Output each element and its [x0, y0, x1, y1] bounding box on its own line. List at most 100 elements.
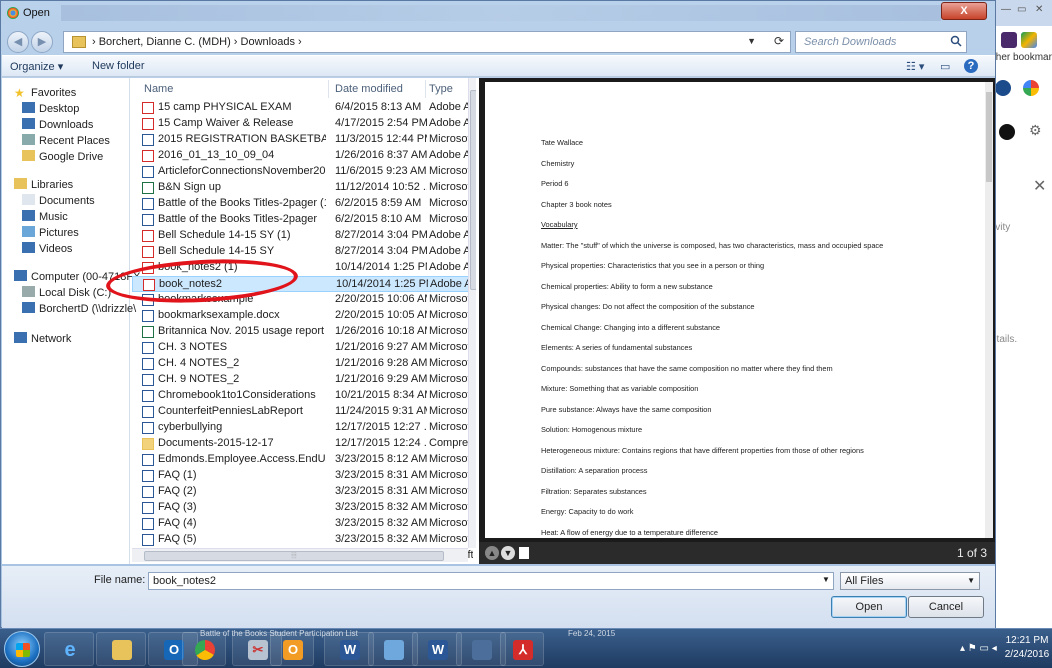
- chrome-help-icon[interactable]: [1023, 80, 1039, 96]
- file-row[interactable]: CH. 4 NOTES_2 1/21/2016 9:28 AM Microsoft …: [132, 356, 473, 372]
- file-row[interactable]: 15 Camp Waiver & Release 4/17/2015 2:54 P…: [132, 116, 473, 132]
- title-bar[interactable]: Open X: [1, 1, 995, 27]
- file-row[interactable]: ArticleforConnectionsNovember2015.docx 11…: [132, 164, 473, 180]
- maximize-icon[interactable]: ▭: [1017, 4, 1026, 15]
- extension-k-icon[interactable]: [1001, 32, 1017, 48]
- profile-icon[interactable]: [995, 80, 1011, 96]
- file-row[interactable]: Chromebook1to1Considerations 10/21/2015 8…: [132, 388, 473, 404]
- file-row[interactable]: FAQ (3) 3/23/2015 8:32 AMMicrosoft V: [132, 500, 473, 516]
- file-type: Microsoft V: [429, 309, 473, 321]
- column-header-date[interactable]: Date modified: [335, 78, 425, 100]
- address-dropdown-icon[interactable]: ▼: [747, 36, 756, 46]
- nav-libraries[interactable]: Libraries: [14, 178, 73, 194]
- file-row[interactable]: CounterfeitPenniesLabReport 11/24/2015 9:…: [132, 404, 473, 420]
- taskbar-word-1[interactable]: W: [324, 632, 374, 666]
- file-row[interactable]: FAQ (5) 3/23/2015 8:32 AMMicrosoft V: [132, 532, 473, 548]
- file-row[interactable]: Documents-2015-12-17 12/17/2015 12:24 ...…: [132, 436, 473, 452]
- nav-favorites[interactable]: ★ Favorites: [14, 86, 76, 102]
- google-drive-icon[interactable]: [1021, 32, 1037, 48]
- close-icon[interactable]: ✕: [1035, 4, 1043, 15]
- system-tray-icons[interactable]: ▴ ⚑ ▭ ◂: [960, 643, 997, 654]
- scrollbar-thumb[interactable]: ⦙⦙⦙: [144, 551, 444, 561]
- taskbar-file-explorer[interactable]: [96, 632, 146, 666]
- file-type-filter[interactable]: All Files ▼: [840, 572, 980, 590]
- breadcrumb[interactable]: › Borchert, Dianne C. (MDH) › Downloads …: [92, 36, 302, 48]
- file-row[interactable]: CH. 3 NOTES 1/21/2016 9:27 AMMicrosoft V: [132, 340, 473, 356]
- sidebar-item-pictures[interactable]: Pictures: [22, 226, 79, 242]
- taskbar-adobe-reader[interactable]: ⅄: [500, 632, 544, 666]
- file-row[interactable]: Edmonds.Employee.Access.EndUser.Gui... 3/…: [132, 452, 473, 468]
- preview-scrollbar[interactable]: [985, 82, 993, 538]
- minimize-icon[interactable]: —: [1001, 4, 1011, 15]
- page-view-icon[interactable]: [519, 547, 529, 559]
- file-type: Adobe Acro: [429, 101, 473, 113]
- info-icon[interactable]: [999, 124, 1015, 140]
- refresh-icon[interactable]: ⟳: [774, 34, 784, 48]
- sidebar-item-music[interactable]: Music: [22, 210, 68, 226]
- taskbar-word-2[interactable]: W: [412, 632, 462, 666]
- taskbar-app[interactable]: [368, 632, 418, 666]
- clock-time[interactable]: 12:21 PM: [1004, 635, 1050, 646]
- taskbar-chrome[interactable]: [182, 632, 226, 666]
- file-row[interactable]: FAQ (1) 3/23/2015 8:31 AMMicrosoft V: [132, 468, 473, 484]
- view-options-icon[interactable]: ☷ ▾: [906, 60, 924, 73]
- scrollbar-thumb[interactable]: [986, 92, 992, 182]
- file-row[interactable]: bookmarksexample.docx 2/20/2015 10:05 AM M…: [132, 308, 473, 324]
- file-row[interactable]: Battle of the Books Titles-2pager (1) 6/2…: [132, 196, 473, 212]
- horizontal-scrollbar[interactable]: ⦙⦙⦙: [132, 548, 468, 562]
- file-row[interactable]: Britannica Nov. 2015 usage report 1/26/20…: [132, 324, 473, 340]
- column-separator[interactable]: [425, 80, 426, 98]
- sidebar-item-downloads[interactable]: Downloads: [22, 118, 93, 134]
- cancel-button[interactable]: Cancel: [908, 596, 984, 618]
- dialog-close-button[interactable]: X: [941, 2, 987, 20]
- other-bookmarks[interactable]: ther bookmar: [993, 52, 1052, 63]
- column-separator[interactable]: [328, 80, 329, 98]
- file-list-scrollbar[interactable]: [468, 78, 476, 548]
- start-button[interactable]: [4, 631, 40, 667]
- panel-close-icon[interactable]: ✕: [1033, 176, 1046, 196]
- sidebar-item-documents[interactable]: Documents: [22, 194, 95, 210]
- next-page-icon[interactable]: ▼: [501, 546, 515, 560]
- sidebar-item-recent-places[interactable]: Recent Places: [22, 134, 110, 150]
- settings-gear-icon[interactable]: ⚙: [1029, 122, 1042, 139]
- sidebar-item-desktop[interactable]: Desktop: [22, 102, 79, 118]
- file-row[interactable]: 15 camp PHYSICAL EXAM 6/4/2015 8:13 AM Ado…: [132, 100, 473, 116]
- file-row[interactable]: Battle of the Books Titles-2pager 6/2/201…: [132, 212, 473, 228]
- column-header-name[interactable]: Name: [144, 78, 324, 100]
- nav-network[interactable]: Network: [14, 332, 71, 348]
- file-name-field[interactable]: book_notes2: [148, 572, 834, 590]
- sidebar-item-network-drive[interactable]: BorchertD (\\drizzle\: [22, 302, 136, 318]
- file-row[interactable]: FAQ (2) 3/23/2015 8:31 AMMicrosoft V: [132, 484, 473, 500]
- search-input[interactable]: Search Downloads: [795, 31, 967, 53]
- file-name-dropdown-icon[interactable]: ▼: [822, 575, 830, 584]
- file-row[interactable]: Bell Schedule 14-15 SY 8/27/2014 3:04 PM A…: [132, 244, 473, 260]
- search-icon[interactable]: [950, 35, 962, 47]
- preview-pane-icon[interactable]: ▭: [940, 60, 950, 73]
- file-row[interactable]: FAQ (4) 3/23/2015 8:32 AMMicrosoft V: [132, 516, 473, 532]
- column-header-type[interactable]: Type: [429, 78, 469, 100]
- help-icon[interactable]: ?: [964, 59, 978, 73]
- file-row[interactable]: 2016_01_13_10_09_04 1/26/2016 8:37 AM Adob…: [132, 148, 473, 164]
- open-button[interactable]: Open: [831, 596, 907, 618]
- sidebar-item-local-disk[interactable]: Local Disk (C:): [22, 286, 111, 302]
- organize-menu[interactable]: Organize ▾: [10, 60, 63, 73]
- scrollbar-thumb[interactable]: [470, 90, 476, 290]
- sidebar-item-google-drive[interactable]: Google Drive: [22, 150, 103, 166]
- forward-button[interactable]: ▶: [31, 31, 53, 53]
- file-row[interactable]: cyberbullying 12/17/2015 12:27 ... Microso…: [132, 420, 473, 436]
- file-row[interactable]: 2015 REGISTRATION BASKETBALL 11/3/2015 12…: [132, 132, 473, 148]
- clock-date[interactable]: 2/24/2016: [1004, 649, 1050, 660]
- file-row[interactable]: CH. 9 NOTES_2 1/21/2016 9:29 AM Microsoft …: [132, 372, 473, 388]
- sidebar-item-videos[interactable]: Videos: [22, 242, 72, 258]
- new-folder-button[interactable]: New folder: [92, 60, 145, 72]
- file-row[interactable]: Bell Schedule 14-15 SY (1) 8/27/2014 3:04…: [132, 228, 473, 244]
- address-bar[interactable]: › Borchert, Dianne C. (MDH) › Downloads …: [63, 31, 791, 53]
- back-button[interactable]: ◀: [7, 31, 29, 53]
- taskbar-internet-explorer[interactable]: e: [44, 632, 94, 666]
- previous-page-icon[interactable]: ▲: [485, 546, 499, 560]
- taskbar-peek-date: Feb 24, 2015: [568, 629, 616, 638]
- file-row[interactable]: B&N Sign up 11/12/2014 10:52 ... Microsoft…: [132, 180, 473, 196]
- taskbar-onenote[interactable]: O: [270, 632, 314, 666]
- file-name: 15 Camp Waiver & Release: [158, 117, 294, 129]
- taskbar-media-center[interactable]: [456, 632, 506, 666]
